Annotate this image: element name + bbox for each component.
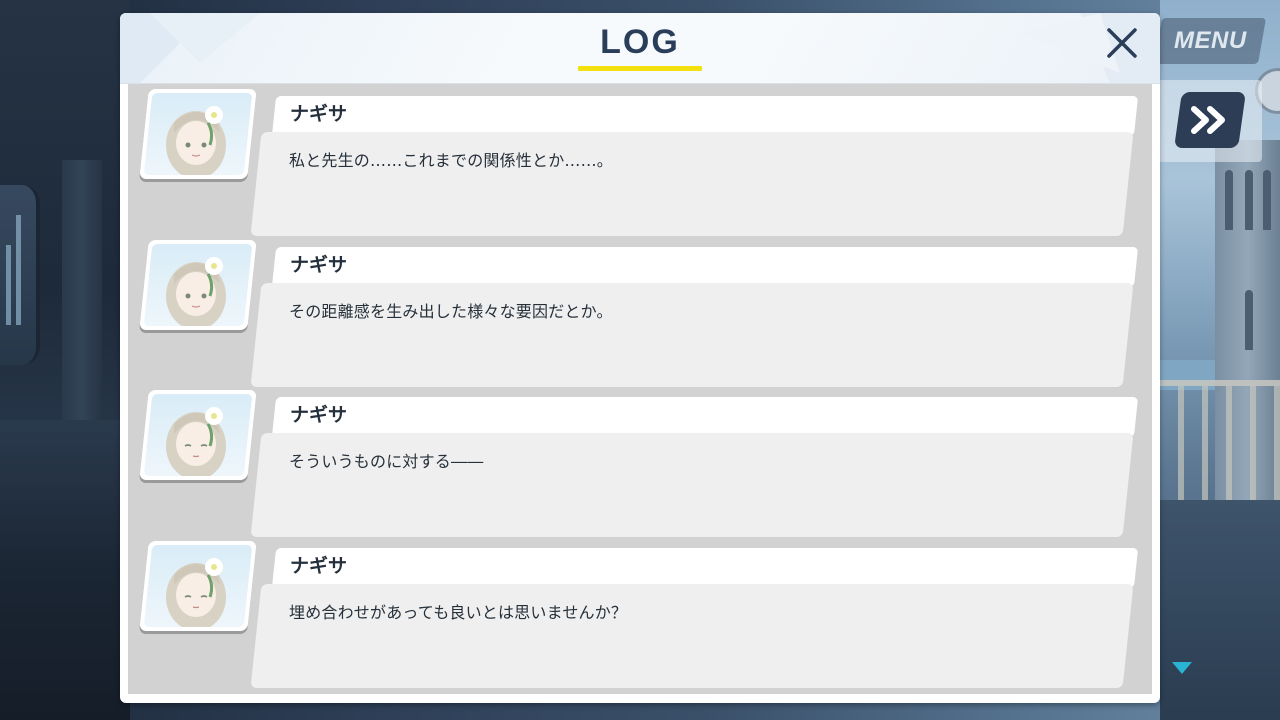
message-text: 私と先生の……これまでの関係性とか……。 xyxy=(289,151,614,170)
speaker-name: ナギサ xyxy=(290,555,348,577)
menu-button-label: MENU xyxy=(1173,27,1247,54)
speaker-avatar xyxy=(139,240,257,330)
speaker-avatar xyxy=(139,541,257,631)
background-terrace xyxy=(1160,500,1280,720)
speaker-name: ナギサ xyxy=(290,103,348,125)
close-icon xyxy=(1107,28,1137,58)
speaker-name-bar xyxy=(271,96,1139,136)
speaker-name-bar xyxy=(271,397,1139,437)
speaker-name-bar xyxy=(271,548,1139,588)
speaker-name-bar xyxy=(271,247,1139,287)
background-arched-window xyxy=(0,185,40,365)
scroll-down-indicator-icon xyxy=(1172,662,1192,674)
message-text: そういうものに対する―― xyxy=(289,452,484,471)
background-floor xyxy=(0,420,130,720)
close-button[interactable] xyxy=(1102,23,1142,63)
log-title: LOG xyxy=(600,23,680,61)
double-chevron-right-icon xyxy=(1191,106,1225,134)
fast-forward-button[interactable] xyxy=(1174,92,1246,148)
background-pillar xyxy=(62,160,102,420)
log-list[interactable]: ナギサ 私と先生の……これまでの関係性とか……。 ナギサ その距離感を生み出した… xyxy=(128,84,1152,694)
log-entry: ナギサ そういうものに対する―― xyxy=(128,385,1152,537)
menu-button[interactable]: MENU xyxy=(1153,18,1267,64)
background-railing xyxy=(1160,380,1280,506)
log-header: LOG xyxy=(120,13,1160,84)
log-title-underline xyxy=(578,66,702,71)
log-entry: ナギサ その距離感を生み出した様々な要因だとか。 xyxy=(128,235,1152,387)
speaker-avatar xyxy=(139,390,257,480)
speaker-avatar xyxy=(139,89,257,179)
speaker-name: ナギサ xyxy=(290,404,348,426)
message-text: その距離感を生み出した様々な要因だとか。 xyxy=(289,302,613,321)
log-entry: ナギサ 埋め合わせがあっても良いとは思いませんか？ xyxy=(128,536,1152,688)
log-entry: ナギサ 私と先生の……これまでの関係性とか……。 xyxy=(128,84,1152,236)
log-dialog: LOG ナギサ 私と先生の……これまでの関係性とか……。 ナギサ その距離感を生… xyxy=(120,13,1160,703)
speaker-name: ナギサ xyxy=(290,254,348,276)
message-text: 埋め合わせがあっても良いとは思いませんか？ xyxy=(289,603,628,622)
